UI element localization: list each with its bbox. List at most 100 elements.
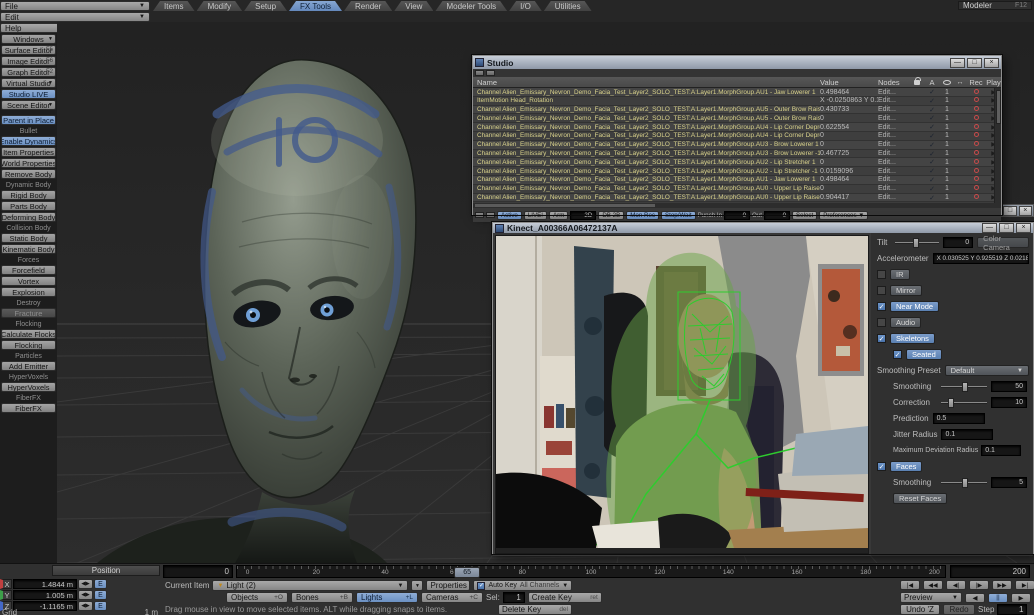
item-type-cameras[interactable]: Cameras+C [421,592,483,603]
sidebar-item-add-emitter[interactable]: Add Emitter [1,361,56,371]
play-button[interactable]: ▶ [1011,593,1031,603]
sidebar-item-enable-dynamics[interactable]: Enable Dynamics [1,136,56,146]
nodes-edit-button[interactable]: Edit... [878,176,910,183]
record-button[interactable] [966,185,986,192]
record-button[interactable] [966,141,986,148]
record-button[interactable] [966,159,986,166]
max-deviation-value[interactable]: 0.1 [981,445,1021,456]
sidebar-item-image-editor[interactable]: Image EditorF6 [1,56,56,66]
frame-slider-handle[interactable]: 65 [454,567,480,578]
axis-y-value[interactable]: 1.005 m [13,590,77,600]
modeler-button[interactable]: Modeler F12 [958,1,1032,10]
tab-items[interactable]: Items [153,1,195,11]
axis-y-stepper[interactable]: ◀▶ [78,590,93,600]
maximize-icon[interactable]: □ [999,223,1014,233]
tilt-slider[interactable] [895,238,939,248]
item-type-objects[interactable]: Objects+O [226,592,288,603]
transport-button-5[interactable]: ▶| [1015,580,1034,590]
checkbox-near-mode[interactable]: ✓ [877,302,886,311]
axis-x-stepper[interactable]: ◀▶ [78,579,93,589]
column-value[interactable]: Value [820,78,878,87]
record-button[interactable] [966,194,986,201]
live-button[interactable]: LIVE! [524,211,547,220]
sidebar-item-parts-body[interactable]: Parts Body [1,201,56,211]
file-menu-button[interactable]: File ▼ [0,1,150,11]
checkbox-ir[interactable] [877,270,886,279]
tab-i-o[interactable]: I/O [509,1,542,11]
smoothing-slider[interactable] [941,382,987,392]
studio-horizontal-scrollbar[interactable] [473,203,1001,208]
first-frame-field[interactable]: 0 [163,565,233,578]
sidebar-item-surface-editor[interactable]: Surface EditorF5 [1,45,56,55]
correction-slider[interactable] [941,398,987,408]
sidebar-item-vortex[interactable]: Vortex [1,276,56,286]
channel-row[interactable]: Channel Alien_Emissary_Nevron_Demo_Facia… [473,88,1001,97]
nodes-edit-button[interactable]: Edit... [878,89,910,96]
preview-dropdown[interactable]: Preview ▼ [900,592,962,603]
timeline-ruler[interactable]: 020406080100120140160180200 65 [236,565,946,578]
nodes-edit-button[interactable]: Edit... [878,194,910,201]
nodes-edit-button[interactable]: Edit... [878,132,910,139]
checkbox-audio[interactable] [877,318,886,327]
preferences-dropdown[interactable]: Preferences ▼ [819,211,868,220]
record-button[interactable] [966,176,986,183]
stop-wait-button[interactable]: Stop/Wait [661,211,696,220]
record-button[interactable] [966,89,986,96]
channel-row[interactable]: Channel Alien_Emissary_Nevron_Demo_Facia… [473,176,1001,185]
record-button[interactable] [966,97,986,104]
reset-faces-button[interactable]: Reset Faces [893,493,947,504]
nodes-edit-button[interactable]: Edit... [878,124,910,131]
nodes-edit-button[interactable]: Edit... [878,159,910,166]
toggle-faces[interactable]: Faces [890,461,922,472]
current-item-dropdown[interactable]: ▼ Light (2) ▼ [212,580,408,591]
axis-x-envelope-button[interactable]: E [94,579,107,589]
record-button[interactable] [966,124,986,131]
auto-key-button[interactable]: ✓ Auto Key All Channels ▼ [473,580,572,591]
transport-button-4[interactable]: ▶▶ [992,580,1012,590]
active-button[interactable]: Active [497,211,522,220]
faces-smoothing-value[interactable]: 5 [991,477,1027,488]
studio-titlebar[interactable]: Studio — □ × [473,56,1001,69]
sidebar-item-world-properties[interactable]: World Properties [1,158,56,168]
mode-field[interactable]: 2D [570,211,596,220]
maximize-icon[interactable]: □ [967,58,982,68]
channel-row[interactable]: Channel Alien_Emissary_Nevron_Demo_Facia… [473,158,1001,167]
next-button[interactable] [486,212,495,218]
scrollbar-thumb[interactable] [996,90,1001,124]
sidebar-item-fiberfx[interactable]: FiberFX [1,403,56,413]
channel-row[interactable]: ItemMotion Head_RotationX -0.0250863 Y 0… [473,97,1001,106]
arm-button[interactable]: Arm [549,211,568,220]
close-icon[interactable]: × [984,58,999,68]
axis-x-chip[interactable]: X [0,579,12,589]
checkbox-skeletons[interactable]: ✓ [877,334,886,343]
expand-button[interactable] [486,70,495,76]
sidebar-item-windows[interactable]: Windows▼ [1,34,56,44]
redo-button[interactable]: Redo [943,604,975,615]
close-icon[interactable]: × [1019,206,1032,216]
minimize-icon[interactable]: — [950,58,965,68]
minimize-icon[interactable]: — [982,223,997,233]
toggle-audio[interactable]: Audio [890,317,921,328]
item-type-lights[interactable]: Lights+L [356,592,418,603]
out-value[interactable]: 0 [764,211,790,220]
nodes-edit-button[interactable]: Edit... [878,97,910,104]
axis-y-chip[interactable]: Y [0,590,12,600]
channel-row[interactable]: Channel Alien_Emissary_Nevron_Demo_Facia… [473,194,1001,203]
sidebar-item-scene-editor[interactable]: Scene Editor▼ [1,100,56,110]
sidebar-item-virtual-studio[interactable]: Virtual Studio▼ [1,78,56,88]
checkbox-faces[interactable]: ✓ [877,462,886,471]
axis-y-envelope-button[interactable]: E [94,590,107,600]
item-type-bones[interactable]: Bones+B [291,592,353,603]
sidebar-item-studio-live[interactable]: Studio LIVE [1,89,56,99]
jitter-radius-value[interactable]: 0.1 [941,429,993,440]
channel-row[interactable]: Channel Alien_Emissary_Nevron_Demo_Facia… [473,150,1001,159]
color-camera-button[interactable]: Color Camera [977,237,1029,248]
last-frame-field[interactable]: 200 [950,565,1030,578]
channel-row[interactable]: Channel Alien_Emissary_Nevron_Demo_Facia… [473,123,1001,132]
sidebar-item-flocking[interactable]: Flocking [1,340,56,350]
properties-button[interactable]: Properties p [426,580,470,591]
sidebar-item-explosion[interactable]: Explosion [1,287,56,297]
column-rec[interactable]: Rec [966,78,986,87]
nodes-edit-button[interactable]: Edit... [878,150,910,157]
tab-render[interactable]: Render [344,1,392,11]
